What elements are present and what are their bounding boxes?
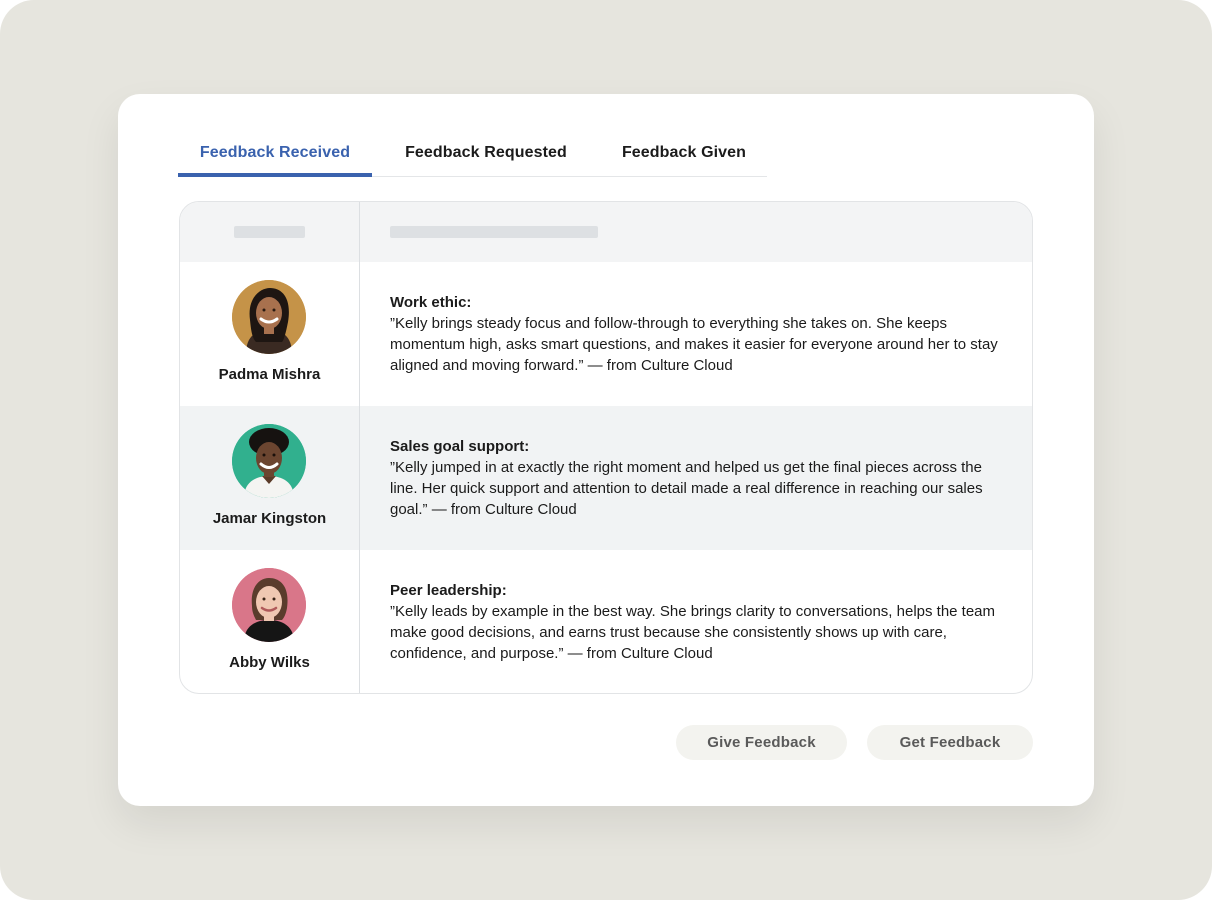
table-row: Padma Mishra Work ethic: ”Kelly brings s…	[180, 262, 1032, 406]
feedback-text: Work ethic: ”Kelly brings steady focus a…	[390, 292, 1010, 376]
feedback-quote: ”Kelly jumped in at exactly the right mo…	[390, 459, 983, 518]
tab-feedback-given[interactable]: Feedback Given	[614, 128, 754, 176]
tab-feedback-received[interactable]: Feedback Received	[178, 128, 372, 177]
table-row: Jamar Kingston Sales goal support: ”Kell…	[180, 406, 1032, 550]
feedback-tabs: Feedback Received Feedback Requested Fee…	[178, 128, 767, 177]
person-photo-jamar	[232, 424, 306, 498]
feedback-card: Feedback Received Feedback Requested Fee…	[118, 94, 1094, 806]
give-feedback-button[interactable]: Give Feedback	[676, 725, 847, 760]
avatar	[232, 280, 306, 354]
header-placeholder-feedback	[390, 226, 598, 238]
person-name: Abby Wilks	[229, 654, 310, 671]
column-divider	[359, 202, 360, 693]
feedback-text: Peer leadership: ”Kelly leads by example…	[390, 580, 1010, 664]
feedback-title: Work ethic:	[390, 294, 472, 311]
feedback-title: Sales goal support:	[390, 438, 530, 455]
table-header	[180, 202, 1032, 262]
person-photo-abby	[232, 568, 306, 642]
table-row: Abby Wilks Peer leadership: ”Kelly leads…	[180, 550, 1032, 693]
person-name: Padma Mishra	[218, 366, 321, 383]
avatar	[232, 568, 306, 642]
person-photo-padma	[232, 280, 306, 354]
feedback-title: Peer leadership:	[390, 582, 507, 599]
header-placeholder-person	[234, 226, 305, 238]
feedback-quote: ”Kelly leads by example in the best way.…	[390, 603, 996, 662]
person-name: Jamar Kingston	[212, 510, 327, 527]
feedback-quote: ”Kelly brings steady focus and follow-th…	[390, 315, 998, 374]
tab-feedback-requested[interactable]: Feedback Requested	[390, 128, 582, 176]
avatar	[232, 424, 306, 498]
feedback-text: Sales goal support: ”Kelly jumped in at …	[390, 436, 1010, 520]
feedback-table: Padma Mishra Work ethic: ”Kelly brings s…	[179, 201, 1033, 694]
get-feedback-button[interactable]: Get Feedback	[867, 725, 1033, 760]
